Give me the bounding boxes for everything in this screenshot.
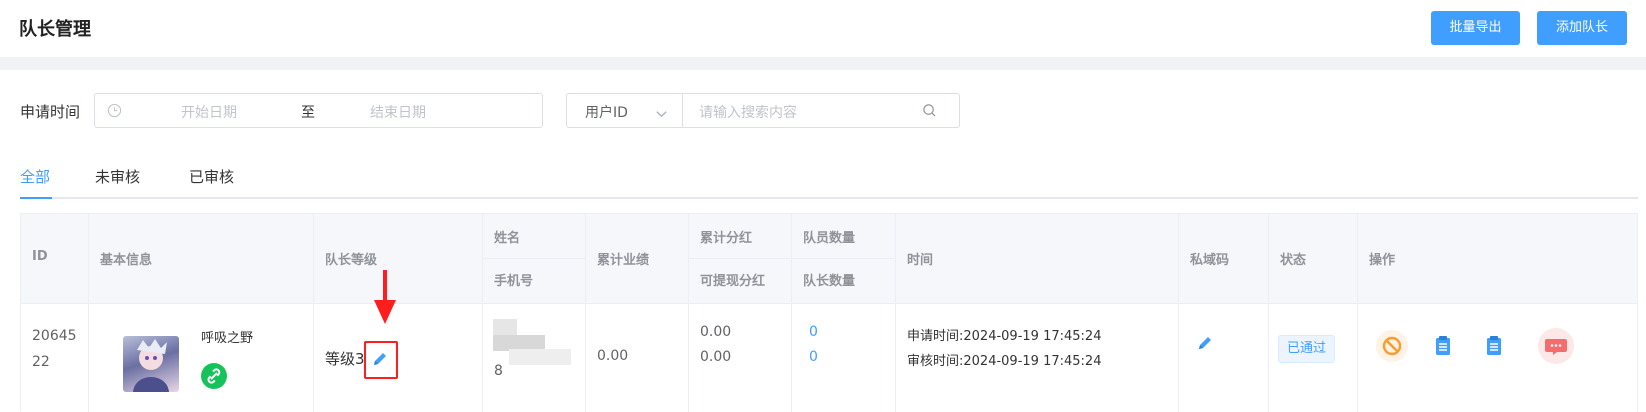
th-performance: 累计业绩: [597, 253, 650, 268]
search-icon[interactable]: [922, 103, 937, 122]
cell-withdrawable: 0.00: [700, 349, 732, 365]
cell-level: 等级3: [325, 350, 365, 368]
link-icon[interactable]: [201, 363, 227, 389]
red-arrow-icon: [373, 270, 397, 328]
cell-performance: 0.00: [597, 348, 629, 364]
th-phone: 手机号: [494, 274, 534, 289]
cell-leaders-link[interactable]: 0: [809, 349, 818, 365]
status-tabs: 全部 未审核 已审核: [20, 160, 1638, 199]
detail-button[interactable]: [1427, 330, 1459, 362]
cell-id-line2: 22: [32, 354, 50, 370]
th-id: ID: [32, 249, 48, 264]
message-button[interactable]: [1538, 328, 1574, 364]
cell-apply-time: 申请时间:2024-09-19 17:45:24: [907, 325, 1101, 344]
highlight-box: [364, 341, 398, 379]
tab-reviewed[interactable]: 已审核: [189, 166, 234, 187]
masked-phone: [509, 349, 571, 365]
review-time-label: 审核时间:: [907, 354, 964, 369]
apply-time-label: 申请时间:: [907, 329, 964, 344]
search-field-select[interactable]: 用户ID: [567, 94, 683, 127]
review-time-value: 2024-09-19 17:45:24: [963, 354, 1102, 369]
clock-icon: [107, 103, 122, 122]
record-button[interactable]: [1478, 330, 1510, 362]
page-title: 队长管理: [19, 19, 91, 40]
search-field-value: 用户ID: [585, 105, 628, 121]
th-withdrawable: 可提现分红: [700, 274, 766, 289]
page-header: 队长管理 批量导出 添加队长: [0, 0, 1646, 57]
leader-table: ID 基本信息 队长等级 姓名 手机号 累计业绩 累计分红 可提现分红 队员数量…: [20, 213, 1638, 412]
th-members: 队员数量: [803, 231, 856, 246]
th-status: 状态: [1280, 253, 1307, 268]
clipboard-icon: [1487, 336, 1501, 355]
section-divider: [0, 57, 1646, 70]
clipboard-icon: [1436, 336, 1450, 355]
end-date-input[interactable]: 结束日期: [370, 102, 426, 122]
tab-all[interactable]: 全部: [20, 166, 50, 187]
date-range-picker[interactable]: 开始日期 至 结束日期: [94, 93, 543, 128]
th-dividend: 累计分红: [700, 231, 753, 246]
message-icon: [1545, 339, 1567, 355]
apply-time-value: 2024-09-19 17:45:24: [963, 329, 1102, 344]
search-group: 用户ID 请输入搜索内容: [566, 93, 960, 128]
cell-dividend: 0.00: [700, 324, 732, 340]
cell-nickname: 呼吸之野: [201, 331, 254, 346]
chevron-down-icon: [655, 105, 668, 124]
search-input[interactable]: 请输入搜索内容: [699, 102, 797, 122]
ban-icon: [1382, 336, 1402, 356]
cell-id-line1: 20645: [32, 328, 77, 344]
th-qrcode: 私域码: [1190, 253, 1230, 268]
th-leaders: 队长数量: [803, 274, 856, 289]
th-name: 姓名: [494, 231, 521, 246]
avatar: [123, 336, 179, 392]
th-basic-info: 基本信息: [100, 253, 153, 268]
date-filter-label: 申请时间: [20, 103, 81, 121]
range-separator: 至: [301, 105, 315, 121]
edit-qrcode-pencil-icon[interactable]: [1196, 334, 1214, 356]
ban-button[interactable]: [1376, 330, 1408, 362]
th-operations: 操作: [1369, 253, 1396, 268]
cell-members-link[interactable]: 0: [809, 324, 818, 340]
masked-name: [493, 319, 517, 335]
status-badge: 已通过: [1278, 335, 1336, 363]
cell-review-time: 审核时间:2024-09-19 17:45:24: [907, 350, 1101, 369]
batch-export-button[interactable]: 批量导出: [1431, 11, 1520, 45]
tab-pending[interactable]: 未审核: [95, 166, 140, 187]
th-level: 队长等级: [325, 253, 378, 268]
add-leader-button[interactable]: 添加队长: [1537, 11, 1627, 45]
cell-phone-tail: 8: [494, 363, 503, 379]
start-date-input[interactable]: 开始日期: [181, 102, 237, 122]
th-time: 时间: [907, 253, 934, 268]
active-tab-indicator: [20, 197, 52, 199]
